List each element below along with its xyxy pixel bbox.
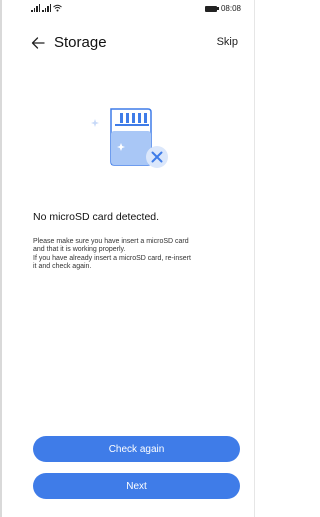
message-line-2: and that it is working properly.: [33, 246, 126, 254]
status-time: 08:08: [220, 4, 241, 13]
skip-button[interactable]: Skip: [217, 36, 238, 48]
signal-icon: [31, 4, 40, 12]
left-edge: [0, 0, 2, 517]
message-line-4: it and check again.: [33, 263, 92, 271]
screen: 08:08 Storage Skip No microSD card detec…: [0, 0, 255, 517]
message-body: Please make sure you have insert a micro…: [33, 238, 245, 272]
message-line-3: If you have already insert a microSD car…: [33, 254, 191, 262]
message-title: No microSD card detected.: [33, 211, 160, 223]
next-button[interactable]: Next: [33, 473, 240, 499]
back-arrow-icon: [31, 37, 45, 49]
check-again-button[interactable]: Check again: [33, 436, 240, 462]
signal-icon-2: [42, 4, 51, 12]
back-button[interactable]: [28, 32, 48, 54]
page-title: Storage: [54, 34, 107, 51]
right-edge: [254, 0, 255, 517]
sd-card-icon: [91, 108, 168, 168]
status-bar: 08:08: [0, 0, 255, 18]
no-sd-card-illustration: [90, 107, 180, 177]
header: Storage Skip: [0, 28, 255, 58]
status-indicators: [31, 4, 62, 12]
wifi-icon: [53, 4, 62, 12]
status-right: 08:08: [204, 4, 241, 13]
battery-icon: [204, 5, 219, 12]
message-line-1: Please make sure you have insert a micro…: [33, 238, 189, 245]
